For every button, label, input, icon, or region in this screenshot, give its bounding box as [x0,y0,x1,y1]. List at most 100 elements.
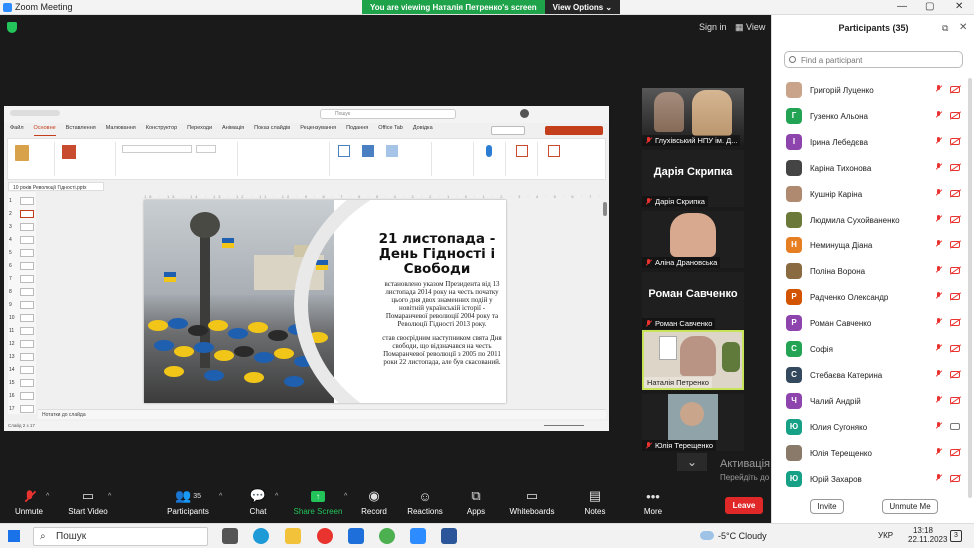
security-shield-icon[interactable] [7,22,17,33]
video-tile[interactable]: Глухівський НПУ ім. Д... [642,88,744,146]
participant-row[interactable]: І Ірина Лебедєва [772,130,967,156]
record-button[interactable]: ◉ Record [356,485,392,523]
chat-button[interactable]: 💬 Chat [240,485,276,523]
invite-button[interactable]: Invite [810,499,844,514]
video-tile[interactable]: Юлія Терещенко [642,394,744,451]
slide-thumb[interactable] [20,405,34,413]
quick-styles-icon[interactable] [386,145,398,157]
sign-in-link[interactable]: Sign in [699,22,727,32]
participant-row[interactable]: С Стебаєва Катерина [772,363,967,389]
participant-row[interactable]: С Софія [772,337,967,363]
slide-thumb[interactable] [20,353,34,361]
participant-row[interactable]: Ю Юрій Захаров [772,467,967,493]
participant-row[interactable]: Людмила Сухойваненко [772,208,967,234]
tab-transitions[interactable]: Переходи [187,125,212,136]
participant-row[interactable]: Поліна Ворона [772,259,967,285]
arrange-icon[interactable] [362,145,374,157]
whiteboards-button[interactable]: ▭ Whiteboards [508,485,556,523]
zoom-taskbar-icon[interactable] [410,528,426,544]
tab-slideshow[interactable]: Показ слайдів [254,125,290,136]
record-button[interactable] [491,126,525,135]
designer-icon[interactable] [516,145,528,157]
participant-row[interactable]: Ю Юлия Сугоняко [772,415,967,441]
participant-row[interactable]: Г Гузенко Альона [772,104,967,130]
video-options-caret[interactable]: ^ [108,493,111,500]
participants-button[interactable]: 👥 35 Participants [162,485,214,523]
slide-thumb[interactable] [20,366,34,374]
taskbar-search-input[interactable]: ⌕ Пошук [33,527,208,546]
slide-thumb[interactable] [20,262,34,270]
leave-button[interactable]: Leave [725,497,763,514]
tab-insert[interactable]: Вставлення [66,125,96,136]
share-screen-button[interactable]: ↑ Share Screen [292,485,344,523]
video-tile[interactable]: Дарія Скрипка Дарія Скрипка [642,150,744,207]
slide-thumb[interactable] [20,340,34,348]
tab-animation[interactable]: Анімація [222,125,244,136]
language-indicator[interactable]: УКР [878,531,893,540]
notifications-icon[interactable]: 3 [950,530,962,542]
participants-caret[interactable]: ^ [219,493,222,500]
popout-icon[interactable]: ⧉ [942,23,948,34]
close-panel-icon[interactable]: ✕ [959,22,967,33]
tab-home[interactable]: Основне [33,125,56,136]
tab-view[interactable]: Подання [346,125,368,136]
file-explorer-icon[interactable] [285,528,301,544]
participant-row[interactable]: Р Роман Савченко [772,311,967,337]
tab-draw[interactable]: Малювання [106,125,136,136]
slide-thumb[interactable] [20,210,34,218]
maximize-icon[interactable]: ▢ [925,1,934,12]
scrollbar[interactable] [603,202,607,216]
view-button[interactable]: ▦ View [735,22,765,33]
addins-icon[interactable] [548,145,560,157]
tab-review[interactable]: Рецензування [300,125,336,136]
dictate-icon[interactable] [486,145,492,157]
participant-row[interactable]: Юлія Терещенко [772,441,967,467]
opera-icon[interactable] [317,528,333,544]
shapes-icon[interactable] [338,145,350,157]
more-button[interactable]: ••• More [638,485,668,523]
unmute-button[interactable]: Unmute [8,485,50,523]
paste-icon[interactable] [15,145,29,161]
share-caret[interactable]: ^ [344,493,347,500]
slide-thumb[interactable] [20,236,34,244]
slide-thumb[interactable] [20,275,34,283]
mail-icon[interactable] [348,528,364,544]
unmute-me-button[interactable]: Unmute Me [882,499,938,514]
weather-text[interactable]: -5°C Cloudy [718,531,767,541]
participant-row[interactable]: Каріна Тихонова [772,156,967,182]
reactions-button[interactable]: ☺ Reactions [404,485,446,523]
slide-thumb[interactable] [20,327,34,335]
slide-thumb[interactable] [20,223,34,231]
slide-thumb[interactable] [20,249,34,257]
close-icon[interactable]: ✕ [955,1,963,12]
participant-row[interactable]: Григорій Луценко [772,78,967,104]
slide-thumb[interactable] [20,288,34,296]
slide-thumb[interactable] [20,392,34,400]
minimize-icon[interactable]: — [897,1,907,12]
participant-row[interactable]: Р Радченко Олександр [772,285,967,311]
start-video-button[interactable]: ▭ Start Video [62,485,114,523]
tab-design[interactable]: Конструктор [146,125,177,136]
slide-thumb[interactable] [20,379,34,387]
video-tile[interactable]: Аліна Драновська [642,211,744,268]
view-options-button[interactable]: View Options ⌄ [544,0,621,14]
new-slide-icon[interactable] [62,145,76,159]
participant-row[interactable]: Ч Чалий Андрій [772,389,967,415]
ppt-search-input[interactable]: Пошук [320,109,456,119]
notes-pane[interactable]: Нотатки до слайда [38,409,606,419]
participant-row[interactable]: Н Неминуща Діана [772,233,967,259]
task-view-icon[interactable] [222,528,238,544]
word-icon[interactable] [441,528,457,544]
windows-start-icon[interactable] [8,530,20,542]
chrome-icon[interactable] [379,528,395,544]
tab-help[interactable]: Довідка [413,125,433,136]
audio-options-caret[interactable]: ^ [46,493,49,500]
clock[interactable]: 13:18 22.11.2023 [908,526,947,544]
notes-button[interactable]: ▤ Notes [580,485,610,523]
edge-icon[interactable] [253,528,269,544]
slide-thumb[interactable] [20,197,34,205]
find-participant-input[interactable]: Find a participant [784,51,963,68]
video-tile-active-speaker[interactable]: Наталія Петренко [642,330,744,390]
slide-thumb[interactable] [20,314,34,322]
tab-file[interactable]: Файл [10,125,24,136]
